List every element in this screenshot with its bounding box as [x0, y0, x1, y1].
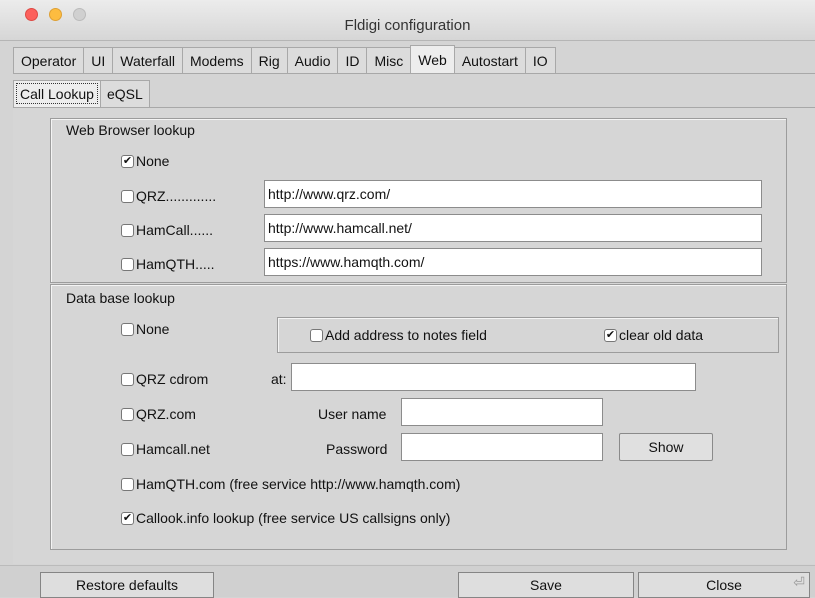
password-input[interactable]: [401, 433, 603, 461]
subtab-eqsl[interactable]: eQSL: [99, 80, 150, 107]
checkbox-box[interactable]: [121, 442, 134, 456]
hamcall-url-input[interactable]: http://www.hamcall.net/: [264, 214, 762, 242]
show-password-button[interactable]: Show: [619, 433, 713, 461]
checkbox-label: Callook.info lookup (free service US cal…: [136, 510, 451, 526]
hamcall-net-checkbox[interactable]: Hamcall.net: [121, 441, 210, 457]
resize-handle-icon[interactable]: ⏎: [793, 574, 805, 591]
tab-rig[interactable]: Rig: [250, 47, 288, 73]
clear-old-data-checkbox[interactable]: ✔ clear old data: [604, 327, 703, 343]
checkbox-box[interactable]: [121, 257, 134, 271]
checkbox-box[interactable]: [121, 189, 134, 203]
wb-qrz-checkbox[interactable]: QRZ.............: [121, 188, 216, 204]
tab-audio[interactable]: Audio: [286, 47, 339, 73]
checkbox-label: None: [136, 153, 170, 169]
checkbox-label: HamQTH.com (free service http://www.hamq…: [136, 476, 461, 492]
cdrom-path-input[interactable]: [291, 363, 696, 391]
add-address-checkbox[interactable]: Add address to notes field: [310, 327, 487, 343]
close-button[interactable]: Close: [638, 572, 810, 598]
wb-hamqth-checkbox[interactable]: HamQTH.....: [121, 256, 215, 272]
callook-checkbox[interactable]: ✔ Callook.info lookup (free service US c…: [121, 510, 450, 526]
footer-bar: Restore defaults Save Close ⏎: [0, 565, 815, 598]
checkbox-label: Add address to notes field: [325, 327, 487, 343]
db-none-checkbox[interactable]: None: [121, 321, 169, 337]
checkbox-box[interactable]: [121, 407, 134, 421]
database-group: Data base lookup None Add address to not…: [50, 284, 787, 550]
checkbox-label: HamCall......: [136, 222, 214, 238]
hamqth-com-checkbox[interactable]: HamQTH.com (free service http://www.hamq…: [121, 476, 460, 492]
main-tabs: Operator UI Waterfall Modems Rig Audio ID Misc W…: [13, 45, 556, 74]
tab-autostart[interactable]: Autostart: [453, 47, 526, 73]
at-label: at:: [271, 371, 287, 387]
title-bar: Fldigi configuration: [0, 0, 815, 41]
checkbox-label: Hamcall.net: [136, 441, 210, 457]
checkbox-label: HamQTH.....: [136, 256, 215, 272]
save-button[interactable]: Save: [458, 572, 634, 598]
checkbox-box[interactable]: [121, 477, 134, 491]
tab-operator[interactable]: Operator: [13, 47, 85, 73]
web-browser-group: Web Browser lookup ✔ None QRZ...........…: [50, 118, 787, 283]
checkbox-box[interactable]: [310, 328, 323, 342]
checkbox-label: QRZ.............: [136, 188, 217, 204]
checkbox-label: None: [136, 321, 170, 337]
wb-hamcall-checkbox[interactable]: HamCall......: [121, 222, 213, 238]
checkbox-box[interactable]: ✔: [604, 328, 617, 342]
subtab-call-lookup[interactable]: Call Lookup: [13, 80, 101, 107]
checkbox-box[interactable]: [121, 322, 134, 336]
username-input[interactable]: [401, 398, 603, 426]
qrz-url-input[interactable]: http://www.qrz.com/: [264, 180, 762, 208]
tab-misc[interactable]: Misc: [366, 47, 412, 73]
checkbox-box[interactable]: ✔: [121, 511, 134, 525]
call-lookup-panel: Web Browser lookup ✔ None QRZ...........…: [13, 108, 815, 564]
checkbox-box[interactable]: [121, 372, 134, 386]
tab-web[interactable]: Web: [410, 45, 455, 73]
tab-id[interactable]: ID: [337, 47, 368, 73]
group-title: Web Browser lookup: [66, 122, 195, 138]
checkbox-box[interactable]: [121, 223, 134, 237]
qrz-cdrom-checkbox[interactable]: QRZ cdrom: [121, 371, 208, 387]
checkbox-label: QRZ.com: [136, 406, 196, 422]
wb-none-checkbox[interactable]: ✔ None: [121, 153, 169, 169]
username-label: User name: [318, 406, 387, 422]
restore-defaults-button[interactable]: Restore defaults: [40, 572, 214, 598]
sub-tabs: Call Lookup eQSL: [13, 80, 150, 108]
hamqth-url-input[interactable]: https://www.hamqth.com/: [264, 248, 762, 276]
qrz-com-checkbox[interactable]: QRZ.com: [121, 406, 196, 422]
window-title: Fldigi configuration: [344, 17, 471, 34]
tab-divider: [13, 73, 815, 74]
checkbox-label: QRZ cdrom: [136, 371, 209, 387]
tab-io[interactable]: IO: [524, 47, 556, 73]
password-label: Password: [326, 441, 388, 457]
options-box: Add address to notes field ✔ clear old d…: [277, 317, 779, 353]
tab-waterfall[interactable]: Waterfall: [112, 47, 183, 73]
checkbox-box[interactable]: ✔: [121, 154, 134, 168]
tab-ui[interactable]: UI: [83, 47, 114, 73]
group-title: Data base lookup: [66, 290, 175, 306]
checkbox-label: clear old data: [619, 327, 704, 343]
tab-modems[interactable]: Modems: [181, 47, 252, 73]
